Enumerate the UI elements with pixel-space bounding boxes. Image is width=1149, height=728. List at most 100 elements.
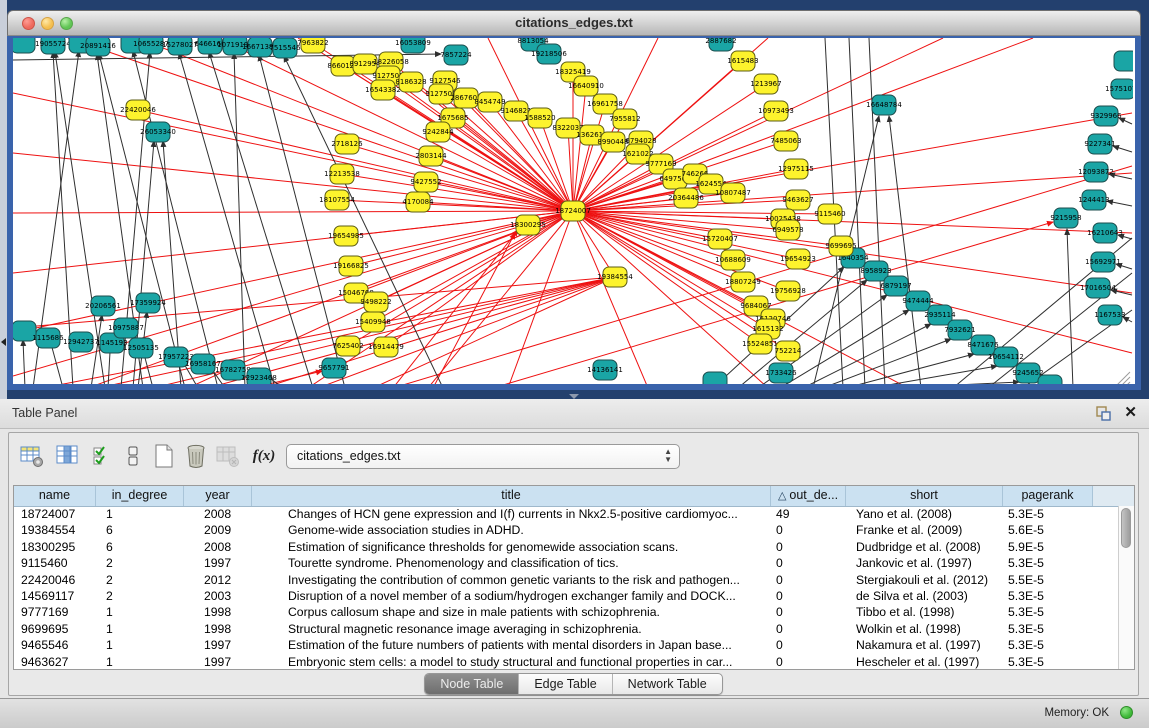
- tab-node-table[interactable]: Node Table: [425, 674, 518, 694]
- create-column-button[interactable]: [149, 441, 179, 471]
- table-row[interactable]: 969969511998Structural magnetic resonanc…: [14, 621, 1118, 637]
- network-node[interactable]: 19654923: [780, 249, 816, 269]
- cell-year[interactable]: 1998: [184, 621, 252, 637]
- cell-year[interactable]: 2008: [184, 539, 252, 555]
- network-node[interactable]: 9115460: [814, 204, 845, 224]
- cell-year[interactable]: 1997: [184, 654, 252, 669]
- cell-title[interactable]: Disruption of a novel member of a sodium…: [252, 588, 771, 604]
- cell-out_de[interactable]: 0: [771, 588, 846, 604]
- network-node[interactable]: 15751074: [1105, 79, 1133, 99]
- network-node[interactable]: 19756928: [770, 281, 806, 301]
- float-panel-icon[interactable]: [1096, 406, 1111, 421]
- cell-short[interactable]: Dudbridge et al. (2008): [846, 539, 1003, 555]
- table-row[interactable]: 1456911722003Disruption of a novel membe…: [14, 588, 1118, 604]
- network-node[interactable]: 1213967: [750, 74, 781, 94]
- cell-pagerank[interactable]: 5.3E-5: [1003, 637, 1093, 653]
- cell-title[interactable]: Changes of HCN gene expression and I(f) …: [252, 506, 771, 522]
- cell-pagerank[interactable]: 5.3E-5: [1003, 555, 1093, 571]
- table-mode-button[interactable]: [17, 441, 47, 471]
- network-node[interactable]: 9427552: [410, 172, 441, 192]
- cell-pagerank[interactable]: 5.9E-5: [1003, 539, 1093, 555]
- cell-title[interactable]: Structural magnetic resonance image aver…: [252, 621, 771, 637]
- network-node[interactable]: 12213538: [324, 164, 360, 184]
- network-node[interactable]: 7625402: [332, 336, 363, 356]
- table-row[interactable]: 911546021997Tourette syndrome. Phenomeno…: [14, 555, 1118, 571]
- cell-title[interactable]: Embryonic stem cells: a model to study s…: [252, 654, 771, 669]
- cell-name[interactable]: 9465546: [14, 637, 96, 653]
- network-node[interactable]: 26053340: [140, 122, 176, 142]
- cell-short[interactable]: Stergiakouli et al. (2012): [846, 572, 1003, 588]
- cell-in_degree[interactable]: 1: [96, 621, 184, 637]
- network-node[interactable]: 9329966: [1090, 106, 1122, 126]
- cell-short[interactable]: Tibbo et al. (1998): [846, 604, 1003, 620]
- tab-network-table[interactable]: Network Table: [612, 674, 722, 694]
- network-node[interactable]: 1244413: [1078, 190, 1109, 210]
- network-node[interactable]: 1115686: [32, 328, 64, 348]
- cell-out_de[interactable]: 0: [771, 555, 846, 571]
- network-node[interactable]: 1588520: [524, 108, 555, 128]
- network-node[interactable]: 19654985: [328, 226, 364, 246]
- network-node[interactable]: 2887682: [705, 38, 736, 51]
- cell-short[interactable]: Hescheler et al. (1997): [846, 654, 1003, 669]
- cell-pagerank[interactable]: 5.6E-5: [1003, 522, 1093, 538]
- cell-in_degree[interactable]: 2: [96, 572, 184, 588]
- cell-year[interactable]: 1997: [184, 555, 252, 571]
- cell-name[interactable]: 9463627: [14, 654, 96, 669]
- column-header-year[interactable]: year: [184, 486, 252, 506]
- network-node[interactable]: 16914479: [368, 337, 404, 357]
- cell-pagerank[interactable]: 5.5E-5: [1003, 572, 1093, 588]
- network-node[interactable]: 16053809: [395, 38, 431, 53]
- column-header-out_de[interactable]: △out_de...: [771, 486, 846, 506]
- window-titlebar[interactable]: citations_edges.txt: [7, 10, 1141, 36]
- cell-year[interactable]: 1998: [184, 604, 252, 620]
- collapsed-side-panel[interactable]: [0, 0, 7, 399]
- network-node[interactable]: 9242844: [422, 122, 454, 142]
- network-node[interactable]: 7857224: [440, 45, 472, 65]
- network-node[interactable]: [13, 38, 35, 53]
- network-node[interactable]: [1038, 375, 1062, 388]
- cell-name[interactable]: 14569117: [14, 588, 96, 604]
- panel-collapse-arrow-icon[interactable]: [1, 338, 6, 346]
- network-node[interactable]: 4170084: [402, 192, 434, 212]
- table-row[interactable]: 946554611997Estimation of the future num…: [14, 637, 1118, 653]
- column-header-in_degree[interactable]: in_degree: [96, 486, 184, 506]
- cell-short[interactable]: Jankovic et al. (1997): [846, 555, 1003, 571]
- network-node[interactable]: 2803144: [415, 146, 447, 166]
- canvas-resize-grip[interactable]: [1117, 372, 1130, 385]
- network-node[interactable]: 1167533: [1094, 305, 1125, 325]
- network-node[interactable]: [703, 372, 727, 388]
- cell-name[interactable]: 9777169: [14, 604, 96, 620]
- network-node[interactable]: 7932621: [944, 320, 975, 340]
- cell-in_degree[interactable]: 6: [96, 522, 184, 538]
- cell-year[interactable]: 2003: [184, 588, 252, 604]
- network-node[interactable]: 7955812: [609, 109, 640, 129]
- table-row[interactable]: 1830029562008Estimation of significance …: [14, 539, 1118, 555]
- close-panel-icon[interactable]: ✕: [1124, 403, 1137, 421]
- column-header-pagerank[interactable]: pagerank: [1003, 486, 1093, 506]
- cell-year[interactable]: 2012: [184, 572, 252, 588]
- cell-title[interactable]: Investigating the contribution of common…: [252, 572, 771, 588]
- cell-short[interactable]: Franke et al. (2009): [846, 522, 1003, 538]
- network-node[interactable]: 14136141: [587, 360, 623, 380]
- cell-short[interactable]: Wolkin et al. (1998): [846, 621, 1003, 637]
- network-node[interactable]: 6949578: [772, 220, 803, 240]
- table-row[interactable]: 946362711997Embryonic stem cells: a mode…: [14, 654, 1118, 669]
- table-row[interactable]: 2242004622012Investigating the contribut…: [14, 572, 1118, 588]
- network-node[interactable]: 12093872: [1078, 162, 1114, 182]
- row-height-button[interactable]: [121, 441, 151, 471]
- cell-in_degree[interactable]: 1: [96, 637, 184, 653]
- network-node[interactable]: 1733426: [765, 363, 797, 383]
- network-node[interactable]: 10973493: [758, 101, 794, 121]
- table-vertical-scrollbar[interactable]: [1118, 506, 1134, 669]
- network-node[interactable]: 8186328: [395, 72, 426, 92]
- network-node[interactable]: 2718126: [331, 134, 363, 154]
- cell-year[interactable]: 2008: [184, 506, 252, 522]
- cell-name[interactable]: 9115460: [14, 555, 96, 571]
- network-node[interactable]: 15692971: [1085, 252, 1121, 272]
- network-node[interactable]: 18807249: [725, 272, 761, 292]
- cell-in_degree[interactable]: 1: [96, 654, 184, 669]
- network-node[interactable]: 7515546: [269, 38, 301, 58]
- table-row[interactable]: 1872400712008Changes of HCN gene express…: [14, 506, 1118, 522]
- function-builder-button[interactable]: f(x): [249, 441, 279, 471]
- cell-in_degree[interactable]: 2: [96, 555, 184, 571]
